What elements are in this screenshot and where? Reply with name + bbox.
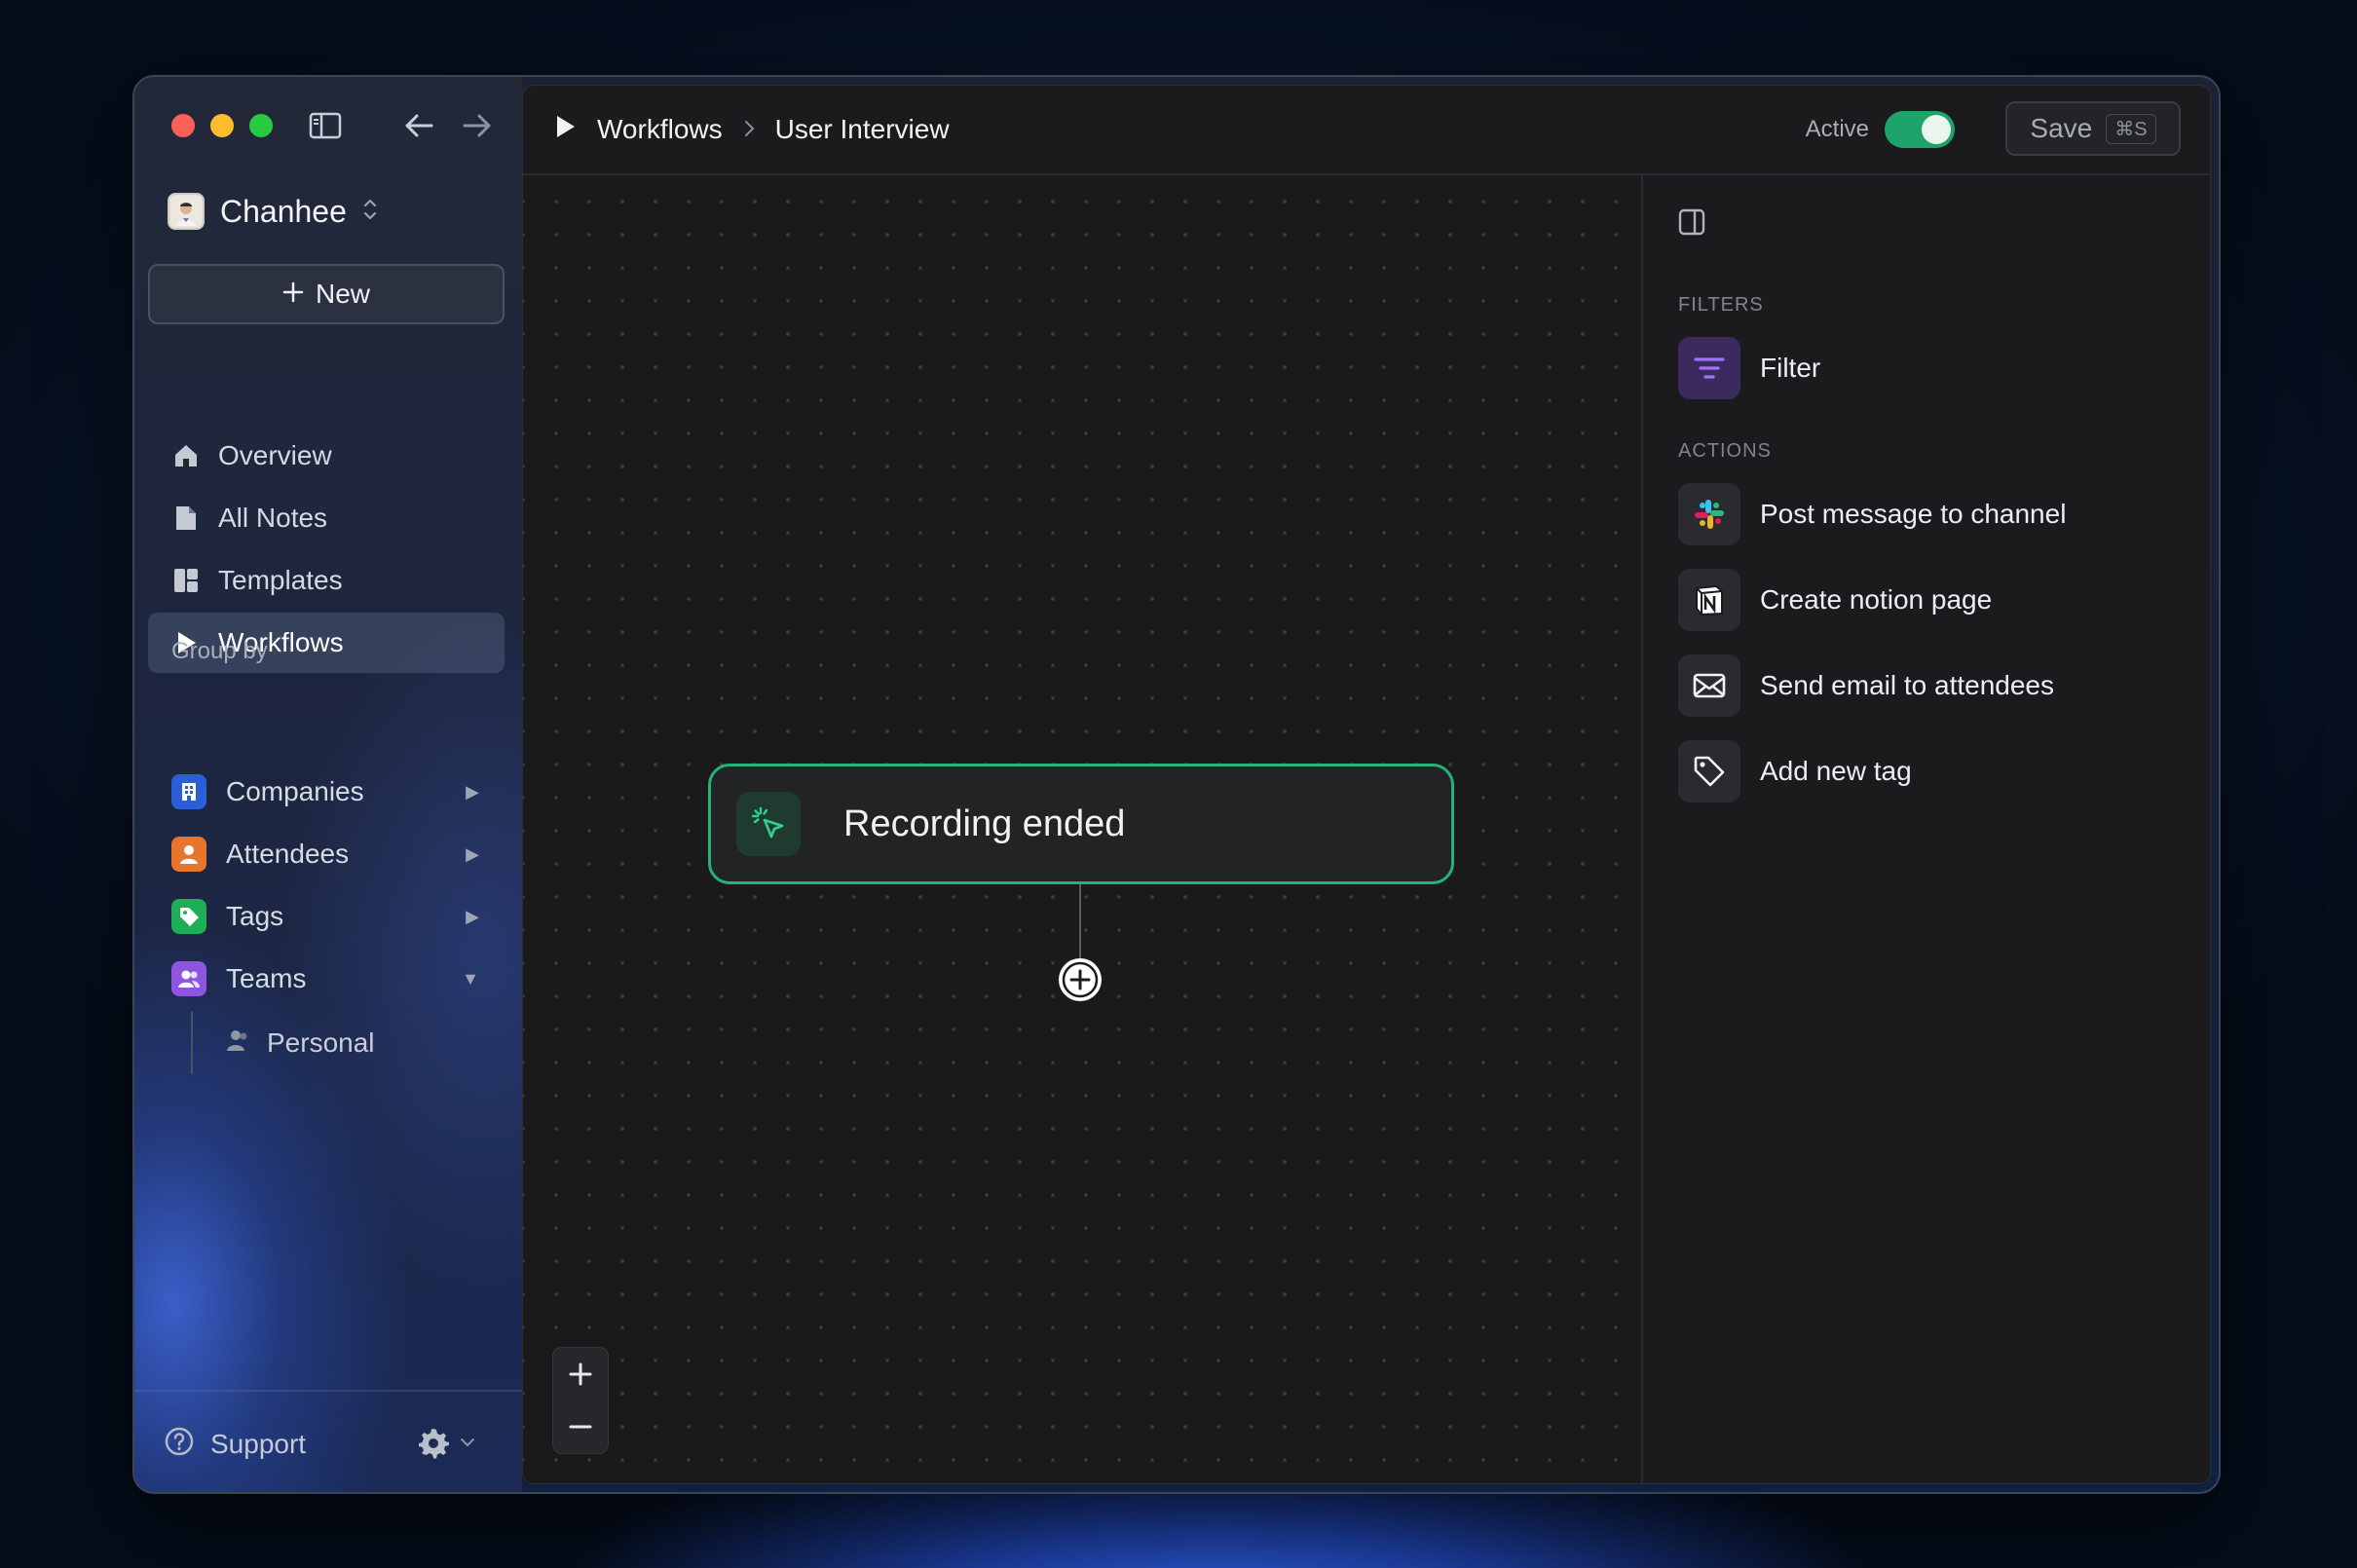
new-button-label: New — [315, 279, 370, 309]
new-button[interactable]: New — [148, 264, 505, 324]
sidebar-divider — [134, 1390, 522, 1392]
caret-right-icon: ▶ — [466, 781, 479, 802]
account-switcher[interactable]: Chanhee — [168, 188, 378, 235]
top-bar: Workflows User Interview Active Save ⌘S — [523, 86, 2210, 175]
save-shortcut: ⌘S — [2106, 113, 2156, 144]
sidebar-item-label: Templates — [218, 565, 343, 595]
zoom-in-button[interactable] — [553, 1348, 608, 1400]
caret-down-icon: ▼ — [462, 968, 479, 989]
chevron-right-icon — [742, 115, 756, 145]
group-label: Teams — [226, 963, 307, 993]
slack-icon — [1678, 483, 1740, 545]
zoom-out-button[interactable] — [553, 1400, 608, 1453]
active-control: Active — [1806, 86, 1955, 173]
sidebar-item-templates[interactable]: Templates — [148, 550, 505, 611]
minimize-window-button[interactable] — [210, 114, 234, 137]
group-label: Companies — [226, 776, 364, 806]
back-arrow-icon[interactable] — [401, 108, 436, 143]
zoom-controls — [552, 1347, 609, 1454]
notion-icon — [1678, 569, 1740, 631]
app-window: Chanhee New Overview All Notes Templates… — [132, 75, 2221, 1494]
filter-icon — [1678, 337, 1740, 399]
sidebar-item-all-notes[interactable]: All Notes — [148, 488, 505, 548]
tag-icon — [1678, 740, 1740, 803]
account-name: Chanhee — [220, 193, 347, 229]
active-label: Active — [1805, 116, 1869, 142]
sidebar-toggle-icon[interactable] — [308, 108, 343, 143]
trigger-label: Recording ended — [843, 803, 1126, 844]
play-icon — [552, 113, 578, 147]
help-circle-icon — [164, 1426, 195, 1464]
save-label: Save — [2030, 113, 2093, 143]
breadcrumb: Workflows User Interview — [552, 86, 950, 173]
team-item-label: Personal — [267, 1027, 375, 1058]
plus-icon — [282, 279, 304, 310]
save-button[interactable]: Save ⌘S — [2005, 101, 2181, 156]
group-companies[interactable]: Companies ▶ — [171, 763, 505, 821]
plus-circle-icon — [1062, 961, 1099, 998]
support-label: Support — [210, 1429, 307, 1459]
workflow-canvas[interactable]: Recording ended — [523, 175, 1639, 1483]
sidebar-item-overview[interactable]: Overview — [148, 426, 505, 486]
filter-label: Filter — [1760, 353, 1821, 383]
document-icon — [171, 504, 201, 533]
breadcrumb-current: User Interview — [774, 114, 950, 144]
caret-right-icon: ▶ — [466, 906, 479, 926]
chevron-updown-icon — [362, 197, 378, 227]
settings-menu[interactable] — [417, 1415, 475, 1474]
node-connector — [1079, 884, 1081, 960]
sidebar: Chanhee New Overview All Notes Templates… — [134, 77, 522, 1492]
cursor-click-icon — [736, 792, 801, 856]
active-toggle[interactable] — [1885, 111, 1955, 148]
gear-icon — [417, 1426, 450, 1464]
templates-icon — [171, 566, 201, 595]
main-area: Workflows User Interview Active Save ⌘S — [522, 85, 2211, 1484]
actions-heading: ACTIONS — [1678, 440, 1772, 462]
action-send-email[interactable]: Send email to attendees — [1678, 654, 2054, 717]
action-label: Create notion page — [1760, 584, 1993, 615]
close-window-button[interactable] — [171, 114, 195, 137]
support-button[interactable]: Support — [164, 1415, 306, 1474]
caret-right-icon: ▶ — [466, 843, 479, 864]
plus-icon — [569, 1363, 592, 1386]
group-tags[interactable]: Tags ▶ — [171, 887, 505, 946]
trigger-node[interactable]: Recording ended — [708, 764, 1454, 884]
tree-line — [191, 1012, 193, 1074]
sidebar-item-label: Overview — [218, 440, 332, 470]
chevron-down-icon — [460, 1436, 475, 1453]
group-label: Attendees — [226, 839, 350, 869]
panel-toggle-icon[interactable] — [1674, 205, 1709, 240]
person-icon — [171, 837, 206, 872]
people-icon — [171, 961, 206, 996]
maximize-window-button[interactable] — [249, 114, 273, 137]
minus-icon — [569, 1425, 592, 1429]
filters-heading: FILTERS — [1678, 294, 1764, 316]
action-post-message[interactable]: Post message to channel — [1678, 483, 2066, 545]
action-label: Send email to attendees — [1760, 670, 2054, 700]
action-label: Add new tag — [1760, 756, 1912, 786]
forward-arrow-icon[interactable] — [460, 108, 495, 143]
group-attendees[interactable]: Attendees ▶ — [171, 825, 505, 883]
add-step-button[interactable] — [1059, 958, 1102, 1001]
breadcrumb-workflows[interactable]: Workflows — [597, 114, 723, 145]
mail-icon — [1678, 654, 1740, 717]
sidebar-item-label: All Notes — [218, 503, 328, 533]
person-outline-icon — [224, 1027, 251, 1060]
action-label: Post message to channel — [1760, 499, 2067, 529]
filter-item[interactable]: Filter — [1678, 337, 1820, 399]
group-label: Tags — [226, 901, 284, 931]
home-icon — [171, 441, 201, 470]
action-create-notion-page[interactable]: Create notion page — [1678, 569, 1992, 631]
avatar — [168, 193, 205, 230]
tag-icon — [171, 899, 206, 934]
group-teams[interactable]: Teams ▼ — [171, 950, 505, 1008]
building-icon — [171, 774, 206, 809]
group-by-heading: Group by — [171, 638, 268, 664]
team-item-personal[interactable]: Personal — [224, 1014, 375, 1072]
actions-panel: FILTERS Filter ACTIONS Post message to c… — [1641, 175, 2210, 1483]
action-add-new-tag[interactable]: Add new tag — [1678, 740, 1912, 803]
